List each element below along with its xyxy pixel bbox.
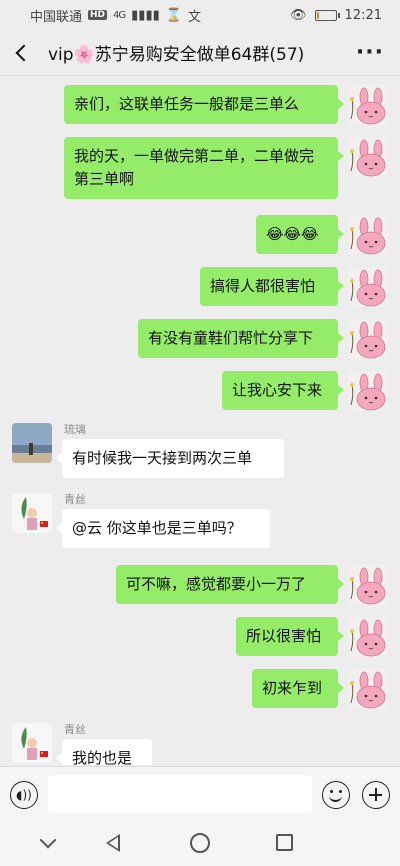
my-message-bubble[interactable]: 初来乍到: [252, 669, 344, 708]
message-row: 我的天，一单做完第二单，二单做完第三单啊: [0, 137, 400, 201]
nav-home-icon[interactable]: [190, 833, 210, 853]
message-row: 所以很害怕: [0, 617, 400, 657]
message-row: 有没有童鞋们帮忙分享下: [0, 319, 400, 359]
my-avatar[interactable]: [348, 215, 388, 255]
sender-name: 琉璃: [64, 423, 86, 436]
input-bar: ◖)): [0, 766, 400, 822]
message-row: 可不嘛，感觉都要小一万了: [0, 565, 400, 605]
signal-bars-icon: ▮▮▮▮: [131, 7, 160, 23]
other-message-bubble[interactable]: @云 你这单也是三单吗？: [56, 509, 270, 548]
voice-icon[interactable]: ◖)): [10, 781, 38, 809]
my-message-bubble[interactable]: 搞得人都很害怕: [200, 267, 344, 306]
message-list[interactable]: 亲们，这联单任务一般都是三单么 我的天，一单做完第二单，二单做完第三单啊 😂😂😂…: [0, 77, 400, 765]
my-message-bubble[interactable]: 我的天，一单做完第二单，二单做完第三单啊: [64, 137, 344, 199]
my-avatar[interactable]: [348, 565, 388, 605]
my-message-bubble[interactable]: 有没有童鞋们帮忙分享下: [138, 319, 344, 358]
signal-icon: 4G: [113, 9, 126, 21]
sender-name: 青丝: [64, 723, 86, 736]
my-avatar[interactable]: [348, 85, 388, 125]
nav-hide-icon[interactable]: [39, 831, 57, 849]
sender-avatar[interactable]: [12, 423, 52, 463]
my-message-bubble[interactable]: 所以很害怕: [236, 617, 344, 656]
message-input[interactable]: [48, 775, 312, 813]
message-row: 初来乍到: [0, 669, 400, 709]
message-row: 琉璃有时候我一天接到两次三单: [0, 423, 400, 478]
eye-icon: 👁: [290, 7, 307, 23]
translate-icon: 文: [187, 9, 201, 25]
message-row: 让我心安下来: [0, 371, 400, 411]
back-icon[interactable]: [10, 41, 34, 65]
my-avatar[interactable]: [348, 669, 388, 709]
my-message-bubble[interactable]: 😂😂😂: [256, 215, 344, 254]
my-avatar[interactable]: [348, 267, 388, 307]
message-row: 青丝我的也是: [0, 723, 400, 765]
sender-avatar[interactable]: [12, 493, 52, 533]
hourglass-icon: ⌛: [165, 7, 182, 23]
battery-icon: [314, 9, 340, 21]
my-message-bubble[interactable]: 可不嘛，感觉都要小一万了: [116, 565, 344, 604]
chat-header: vip🌸苏宁易购安全做单64群(57) ···: [0, 30, 400, 76]
message-row: 青丝 @云 你这单也是三单吗？: [0, 493, 400, 548]
status-bar: 中国联通 HD 4G ▮▮▮▮ ⌛ 文 👁 12:21: [0, 0, 400, 30]
message-row: 亲们，这联单任务一般都是三单么: [0, 85, 400, 125]
nav-recent-icon[interactable]: [276, 834, 293, 851]
clock-time: 12:21: [344, 7, 382, 23]
hd-badge: HD: [88, 10, 108, 20]
message-row: 😂😂😂: [0, 215, 400, 255]
chat-title: vip🌸苏宁易购安全做单64群(57): [48, 45, 305, 65]
carrier-label: 中国联通: [30, 9, 83, 25]
sender-avatar[interactable]: [12, 723, 52, 763]
sender-name: 青丝: [64, 493, 86, 506]
my-message-bubble[interactable]: 亲们，这联单任务一般都是三单么: [64, 85, 344, 124]
other-message-bubble[interactable]: 我的也是: [56, 739, 152, 765]
system-nav-bar: [0, 822, 400, 866]
more-options-icon[interactable]: ···: [356, 41, 390, 64]
plus-icon[interactable]: [362, 781, 390, 809]
my-avatar[interactable]: [348, 319, 388, 359]
emoji-icon[interactable]: [322, 781, 350, 809]
my-avatar[interactable]: [348, 617, 388, 657]
my-avatar[interactable]: [348, 137, 388, 177]
other-message-bubble[interactable]: 有时候我一天接到两次三单: [56, 439, 284, 478]
message-row: 搞得人都很害怕: [0, 267, 400, 307]
my-message-bubble[interactable]: 让我心安下来: [222, 371, 344, 410]
my-avatar[interactable]: [348, 371, 388, 411]
